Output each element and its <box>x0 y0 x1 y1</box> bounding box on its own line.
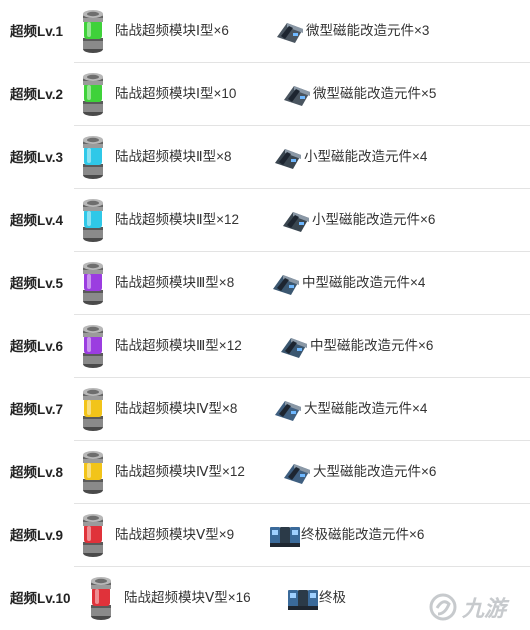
row-cells: 陆战超频模块Ⅲ型×8 中型磁能改造元件×4 <box>74 252 530 315</box>
magnetic-part-icon <box>275 401 301 421</box>
table-row: 超频Lv.4 陆战超频模块Ⅱ型×12 小型磁能改造元件×6 <box>0 189 530 252</box>
row-cells: 陆战超频模块Ⅳ型×8 大型磁能改造元件×4 <box>74 378 530 441</box>
table-row: 超频Lv.3 陆战超频模块Ⅱ型×8 小型磁能改造元件×4 <box>0 126 530 189</box>
level-label: 超频Lv.2 <box>10 87 64 102</box>
part-label: 终极 <box>319 590 346 605</box>
magnetic-part-icon <box>284 86 310 106</box>
jiuyou-logo-icon <box>429 593 457 621</box>
module-label: 陆战超频模块Ⅲ型×12 <box>115 338 242 353</box>
level-label: 超频Lv.9 <box>10 528 64 543</box>
row-cells: 陆战超频模块Ⅰ型×6 微型磁能改造元件×3 <box>74 0 530 63</box>
module-label: 陆战超频模块Ⅱ型×12 <box>115 212 240 227</box>
table-row: 超频Lv.8 陆战超频模块Ⅳ型×12 大型磁能改造元件×6 <box>0 441 530 504</box>
part-label: 微型磁能改造元件×3 <box>306 23 430 38</box>
overclock-module-icon <box>83 199 103 242</box>
table-row: 超频Lv.5 陆战超频模块Ⅲ型×8 中型磁能改造元件×4 <box>0 252 530 315</box>
table-row: 超频Lv.2 陆战超频模块Ⅰ型×10 微型磁能改造元件×5 <box>0 63 530 126</box>
module-label: 陆战超频模块Ⅳ型×12 <box>115 464 245 479</box>
part-label: 小型磁能改造元件×4 <box>304 149 428 164</box>
level-label: 超频Lv.4 <box>10 213 64 228</box>
row-cells: 陆战超频模块Ⅱ型×12 小型磁能改造元件×6 <box>74 189 530 252</box>
row-cells: 陆战超频模块Ⅱ型×8 小型磁能改造元件×4 <box>74 126 530 189</box>
overclock-module-icon <box>83 514 103 557</box>
module-label: 陆战超频模块Ⅰ型×10 <box>115 86 237 101</box>
overclock-module-icon <box>83 388 103 431</box>
level-label: 超频Lv.1 <box>10 24 64 39</box>
module-label: 陆战超频模块Ⅱ型×8 <box>115 149 232 164</box>
level-label: 超频Lv.10 <box>10 591 71 606</box>
level-label: 超频Lv.6 <box>10 339 64 354</box>
part-label: 中型磁能改造元件×4 <box>302 275 426 290</box>
module-label: 陆战超频模块Ⅳ型×8 <box>115 401 238 416</box>
table-row: 超频Lv.6 陆战超频模块Ⅲ型×12 中型磁能改造元件×6 <box>0 315 530 378</box>
overclock-module-icon <box>83 262 103 305</box>
overclock-module-icon <box>91 577 111 620</box>
magnetic-part-icon <box>273 275 299 295</box>
module-label: 陆战超频模块Ⅴ型×9 <box>115 527 235 542</box>
module-label: 陆战超频模块Ⅰ型×6 <box>115 23 229 38</box>
part-label: 中型磁能改造元件×6 <box>310 338 434 353</box>
magnetic-part-icon <box>277 23 303 43</box>
part-label: 微型磁能改造元件×5 <box>313 86 437 101</box>
overclock-module-icon <box>83 136 103 179</box>
table-row: 超频Lv.1 陆战超频模块Ⅰ型×6 微型磁能改造元件×3 <box>0 0 530 63</box>
magnetic-part-icon <box>283 212 309 232</box>
row-cells: 陆战超频模块Ⅰ型×10 微型磁能改造元件×5 <box>74 63 530 126</box>
row-cells: 陆战超频模块Ⅴ型×9 终极磁能改造元件×6 <box>74 504 530 567</box>
module-label: 陆战超频模块Ⅲ型×8 <box>115 275 235 290</box>
part-label: 大型磁能改造元件×4 <box>304 401 428 416</box>
watermark-text: 九游 <box>462 597 507 622</box>
magnetic-part-icon <box>281 338 307 358</box>
row-cells: 陆战超频模块Ⅳ型×12 大型磁能改造元件×6 <box>74 441 530 504</box>
overclock-module-icon <box>83 325 103 368</box>
magnetic-part-icon <box>275 149 301 169</box>
part-label: 大型磁能改造元件×6 <box>313 464 437 479</box>
level-label: 超频Lv.8 <box>10 465 64 480</box>
watermark: 九游 <box>428 590 524 624</box>
overclock-module-icon <box>83 10 103 53</box>
table-row: 超频Lv.7 陆战超频模块Ⅳ型×8 大型磁能改造元件×4 <box>0 378 530 441</box>
upgrade-table: 超频Lv.1 陆战超频模块Ⅰ型×6 微型磁能改造元件×3 超频Lv.2 陆战超频模块Ⅰ型… <box>0 0 530 630</box>
row-cells: 陆战超频模块Ⅲ型×12 中型磁能改造元件×6 <box>74 315 530 378</box>
magnetic-part-icon <box>288 590 318 610</box>
part-label: 终极磁能改造元件×6 <box>301 527 425 542</box>
module-label: 陆战超频模块Ⅴ型×16 <box>124 590 251 605</box>
table-row: 超频Lv.9 陆战超频模块Ⅴ型×9 终极磁能改造元件×6 <box>0 504 530 567</box>
level-label: 超频Lv.5 <box>10 276 64 291</box>
magnetic-part-icon <box>270 527 300 547</box>
level-label: 超频Lv.3 <box>10 150 64 165</box>
part-label: 小型磁能改造元件×6 <box>312 212 436 227</box>
level-label: 超频Lv.7 <box>10 402 64 417</box>
overclock-module-icon <box>83 73 103 116</box>
magnetic-part-icon <box>284 464 310 484</box>
overclock-module-icon <box>83 451 103 494</box>
